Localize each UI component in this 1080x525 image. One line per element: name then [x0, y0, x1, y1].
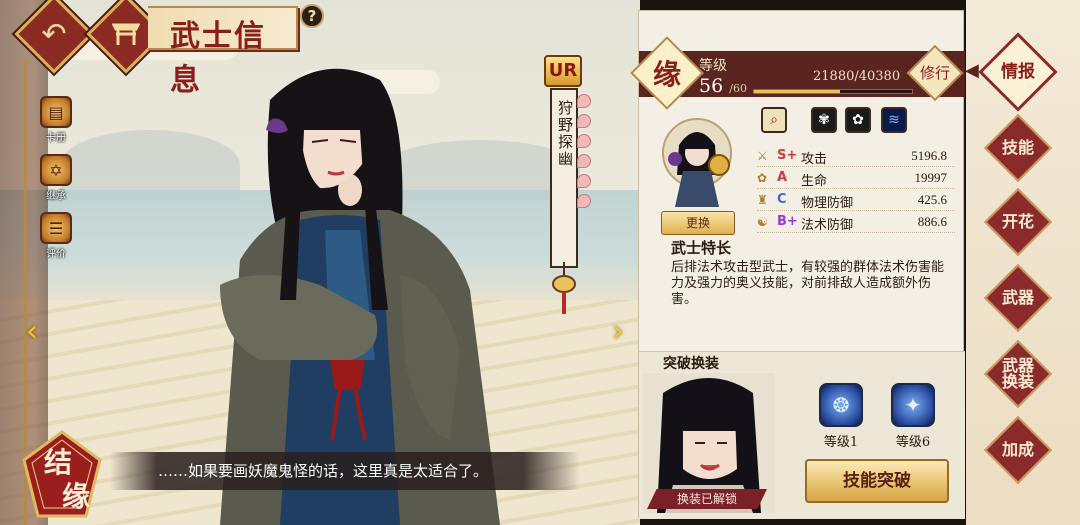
yin-yang-icon: ☯: [757, 215, 768, 229]
level-label: 等级: [699, 58, 727, 74]
breakthrough-level-1-label: 等级1: [823, 435, 859, 450]
back-arrow-icon: ↶: [41, 16, 67, 52]
bond-button[interactable]: 结 缘: [22, 430, 102, 518]
bond-label-2: 缘: [62, 480, 90, 513]
exp-bar: [753, 89, 913, 94]
breakthrough-level-6-icon[interactable]: ✦: [891, 383, 935, 427]
skill-breakthrough-button[interactable]: 技能突破: [805, 459, 949, 503]
tassel-ornament: [552, 262, 576, 314]
rarity-badge: UR: [544, 55, 582, 87]
exp-bar-fill: [754, 90, 840, 93]
shrine-gate-icon: [101, 9, 151, 59]
character-avatar: [662, 118, 732, 207]
flower-icon: ✿: [757, 171, 768, 185]
stat-row-physical-defense: ♜ C 物理防御 425.6: [757, 189, 955, 211]
dialogue-box: ……如果要画妖魔鬼怪的话，这里真是太适合了。: [110, 452, 580, 490]
character-name: 狩野探幽: [556, 100, 574, 168]
review-button[interactable]: ☰ 评价: [36, 212, 76, 260]
tab-pointer-icon: ◀: [965, 60, 979, 81]
review-icon: ☰: [40, 212, 72, 244]
stat-row-magic-defense: ☯ B+ 法术防御 886.6: [757, 211, 955, 233]
next-character-arrow[interactable]: ›: [612, 312, 628, 352]
info-panel: 缘 等级 56 /60 21880/40380 修行 更换 ⌕ ✾ ✿ ≋ ⚔ …: [630, 10, 965, 519]
sword-icon: ⚔: [757, 149, 768, 163]
page-title-banner: 武士信息: [148, 6, 298, 98]
armor-icon: ♜: [757, 193, 768, 207]
card-album-label: 卡册: [46, 133, 66, 144]
flower-skill-icon[interactable]: ✿: [845, 107, 871, 133]
stat-row-attack: ⚔ S+ 攻击 5196.8: [757, 145, 955, 167]
card-album-button[interactable]: ▤ 卡册: [36, 96, 76, 144]
breakthrough-level-1-icon[interactable]: ❂: [819, 383, 863, 427]
dialogue-text: ……如果要画妖魔鬼怪的话，这里真是太适合了。: [158, 462, 489, 480]
breakthrough-level-6-label: 等级6: [895, 435, 931, 450]
stats-list: ⚔ S+ 攻击 5196.8 ✿ A 生命 19997 ♜ C 物理防御 425…: [757, 145, 955, 233]
review-label: 评价: [46, 249, 66, 260]
inherit-label: 继承: [46, 191, 66, 202]
trait-title: 武士特长: [671, 239, 732, 257]
character-name-plate: 狩野探幽: [550, 88, 578, 268]
swap-button[interactable]: 更换: [661, 211, 735, 235]
wind-skill-icon[interactable]: ≋: [881, 107, 907, 133]
stat-row-hp: ✿ A 生命 19997: [757, 167, 955, 189]
costume-unlocked-label: 换装已解锁: [647, 489, 767, 509]
help-button[interactable]: ?: [300, 4, 324, 28]
page-title: 武士信息: [170, 19, 266, 98]
prev-character-arrow[interactable]: ‹: [26, 312, 42, 352]
inherit-icon: ✡: [40, 154, 72, 186]
bond-label-1: 结: [44, 446, 72, 479]
inherit-button[interactable]: ✡ 继承: [36, 154, 76, 202]
exp-text: 21880/40380: [813, 69, 901, 84]
trait-description: 后排法术攻击型武士，有较强的群体法术伤害能力及强力的奥义技能，对前排敌人造成额外…: [671, 260, 945, 307]
petal-decoration: [577, 94, 593, 224]
card-album-icon: ▤: [40, 96, 72, 128]
breakthrough-title: 突破换装: [663, 356, 719, 372]
level-value: 56 /60: [699, 75, 747, 97]
magnify-icon[interactable]: ⌕: [761, 107, 787, 133]
bond-rank-badge: 缘: [630, 36, 704, 110]
spirit-skill-icon[interactable]: ✾: [811, 107, 837, 133]
